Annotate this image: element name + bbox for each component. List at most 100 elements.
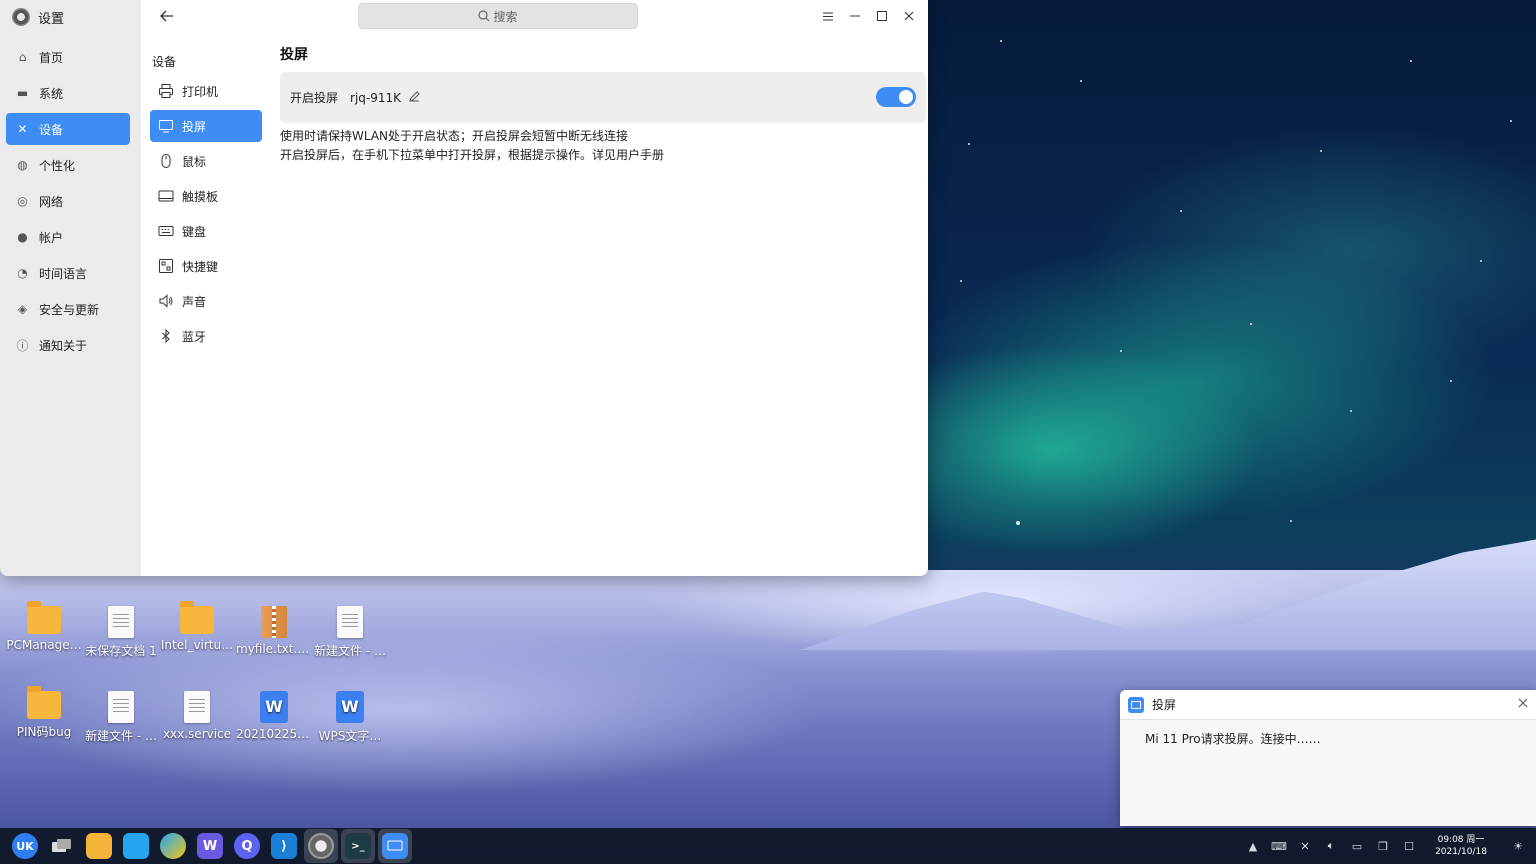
nav-item-6[interactable]: ◔ 时间语言 [6,257,130,289]
screencast-label: 开启投屏 [290,91,339,105]
sub-item-1[interactable]: 投屏 [150,110,262,142]
screencast-app-icon [1128,696,1144,713]
nav-item-label: 通知关于 [39,338,88,353]
minimize-button[interactable] [841,4,868,28]
nav-item-0[interactable]: ⌂ 首页 [6,41,130,73]
desktop-icon-label: Intel_virtu… [160,638,234,652]
desktop-icon-1[interactable]: 未保存文档 1 [83,606,159,659]
notification-title: 投屏 [1152,698,1177,712]
desktop-icon-8[interactable]: W 202102250… [236,691,312,741]
edit-pencil-icon[interactable] [409,90,420,105]
nav-item-label: 安全与更新 [39,302,100,317]
browser-button[interactable] [156,829,190,863]
bluetooth-icon [158,328,174,344]
desktop-icon-2[interactable]: Intel_virtu… [159,601,235,652]
desktop-icon-label: xxx.service [162,727,232,741]
sub-item-4[interactable]: 键盘 [150,215,262,247]
back-button[interactable] [157,6,177,26]
desktop-icon-7[interactable]: xxx.service [159,691,235,741]
network-off-icon[interactable]: ✕ [1292,828,1318,864]
description: 使用时请保持WLAN处于开启状态；开启投屏会短暂中断无线连接 开启投屏后，在手机… [280,127,926,165]
sub-item-5[interactable]: 快捷键 [150,250,262,282]
desktop-icon-5[interactable]: PIN码bug [6,686,82,740]
app-title: 设置 [12,6,64,28]
search-app-button[interactable]: Q [230,829,264,863]
settings-gear-icon [308,833,334,859]
folder-icon [27,686,61,719]
description-line-1: 使用时请保持WLAN处于开启状态；开启投屏会短暂中断无线连接 [280,129,629,143]
palette-icon: ◍ [17,158,28,172]
page-title: 投屏 [280,47,308,63]
notification-header: 投屏 [1120,690,1536,720]
terminal-button[interactable]: >_ [341,829,375,863]
sub-sidebar: 设备 打印机 投屏 鼠标 触摸板 键盘 快捷键 声音 蓝牙 [141,0,269,576]
settings-button[interactable] [304,829,338,863]
close-icon [904,11,913,21]
start-menu-button[interactable]: UK [8,829,42,863]
maximize-icon [876,11,887,21]
sub-item-3[interactable]: 触摸板 [150,180,262,212]
nav-item-4[interactable]: ◎ 网络 [6,185,130,217]
settings-window: 设置 ⌂ 首页 ▬ 系统 ✕ 设备 ◍ 个性化 ◎ 网络 ● 帐户 ◔ 时间语言 ◈ 安全与更新 ⓘ 通知关于 设… [0,0,928,576]
browser-icon [160,833,186,859]
file-manager-button[interactable] [82,829,116,863]
theme-toggle-icon[interactable]: ☀︎ [1500,828,1536,864]
tray-expand-icon[interactable]: ▲ [1240,828,1266,864]
menu-button[interactable] [814,4,841,28]
desktop-icon-4[interactable]: 新建文件 - … [312,606,388,659]
doc-icon [184,691,210,723]
battery-icon[interactable]: ▭ [1344,828,1370,864]
sub-item-0[interactable]: 打印机 [150,75,262,107]
desktop-icon-3[interactable]: myfile.txt.t… [236,606,312,656]
wps-button[interactable]: W [193,829,227,863]
sub-item-6[interactable]: 声音 [150,285,262,317]
doc-icon [337,606,363,638]
screencast-taskbar-button[interactable] [378,829,412,863]
nav-item-label: 系统 [39,86,64,101]
vscode-button[interactable]: ⟩ [267,829,301,863]
nav-item-1[interactable]: ▬ 系统 [6,77,130,109]
shortcut-icon [158,258,174,274]
search-input[interactable]: 搜索 [358,3,638,29]
desktop-icon-9[interactable]: W WPS文字… [312,691,388,744]
nav-item-2[interactable]: ✕ 设备 [6,113,130,145]
clipboard-icon[interactable]: ❐ [1370,828,1396,864]
nav-item-7[interactable]: ◈ 安全与更新 [6,293,130,325]
description-line-2: 开启投屏后，在手机下拉菜单中打开投屏，根据提示操作。详见用户手册 [280,148,665,162]
notification-popup: 投屏 Mi 11 Pro请求投屏。连接中…… [1120,690,1536,826]
sub-item-7[interactable]: 蓝牙 [150,320,262,352]
search-app-icon: Q [234,833,260,859]
back-arrow-icon [160,10,173,22]
taskview-button[interactable] [45,829,79,863]
desktop-icon-0[interactable]: PCManage… [6,601,82,652]
clock[interactable]: 09:08 周一 2021/10/18 [1426,834,1496,858]
app-store-button[interactable] [119,829,153,863]
nav-item-label: 网络 [39,194,64,209]
close-button[interactable] [895,4,922,28]
notification-close-button[interactable] [1518,696,1528,712]
sub-item-label: 鼠标 [182,154,207,169]
sub-item-2[interactable]: 鼠标 [150,145,262,177]
screencast-setting-row: 开启投屏 rjq-911K [280,72,926,123]
sub-item-label: 蓝牙 [182,329,207,344]
nav-item-label: 帐户 [39,230,64,245]
notification-center-icon[interactable]: ☐ [1396,828,1422,864]
nav-item-3[interactable]: ◍ 个性化 [6,149,130,181]
cast-icon [158,118,174,134]
keyboard-icon[interactable]: ⌨ [1266,828,1292,864]
maximize-button[interactable] [868,4,895,28]
globe-icon: ◎ [17,194,28,208]
window-controls [814,4,922,28]
screencast-toggle[interactable] [876,87,916,107]
desktop-icon-6[interactable]: 新建文件 - … [83,691,159,744]
desktop-icon-label: WPS文字… [318,729,382,743]
desktop-icon-label: PIN码bug [16,725,72,739]
sub-item-label: 触摸板 [182,189,219,204]
nav-item-8[interactable]: ⓘ 通知关于 [6,329,130,361]
nav-item-5[interactable]: ● 帐户 [6,221,130,253]
doc-icon [108,606,134,638]
app-store-icon [123,833,149,859]
vscode-icon: ⟩ [271,833,297,859]
sub-item-label: 声音 [182,294,207,309]
volume-icon[interactable]: 🔈︎ [1318,828,1344,864]
